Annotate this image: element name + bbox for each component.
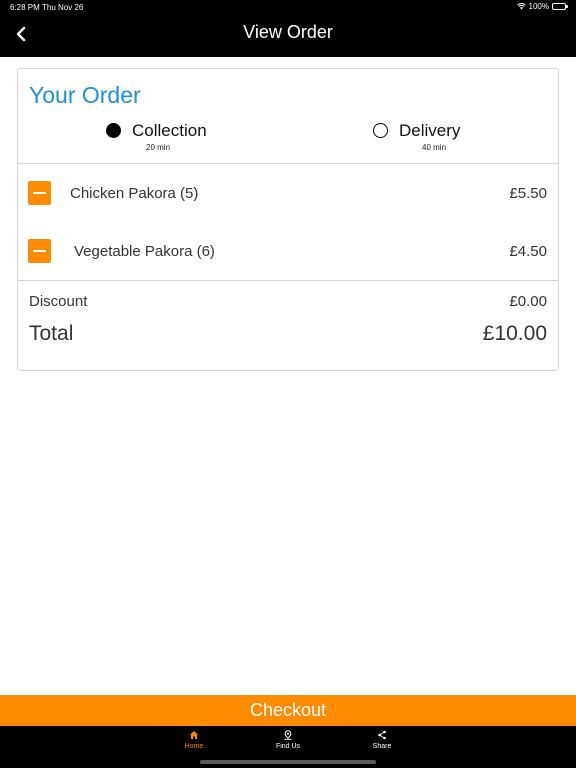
total-value: £10.00 [482, 322, 547, 345]
battery-icon [552, 3, 568, 10]
home-indicator[interactable] [200, 760, 376, 764]
collection-time: 20 min [146, 143, 171, 152]
collection-label: Collection [132, 121, 207, 140]
delivery-time: 40 min [422, 143, 447, 152]
tab-find-us[interactable]: Find Us [258, 730, 318, 750]
status-indicators: 100% [516, 2, 568, 11]
tab-find-us-label: Find Us [275, 743, 301, 750]
divider [18, 163, 558, 164]
map-pin-icon [284, 730, 292, 740]
collection-radio[interactable] [106, 123, 121, 138]
order-item-row: Chicken Pakora (5) £5.50 [18, 174, 558, 214]
delivery-radio[interactable] [373, 123, 388, 138]
total-label: Total [29, 322, 74, 345]
top-bar: 6:28 PM Thu Nov 26 100% View Order [0, 0, 576, 57]
item-name: Vegetable Pakora (6) [74, 243, 215, 260]
status-time: 6:28 PM [10, 3, 40, 12]
delivery-label: Delivery [399, 121, 461, 140]
battery-percent: 100% [528, 2, 549, 11]
item-name: Chicken Pakora (5) [70, 185, 199, 202]
remove-item-button[interactable] [28, 239, 51, 263]
item-price: £4.50 [509, 243, 547, 260]
divider [18, 280, 558, 281]
order-card: Your Order Collection 20 min Delivery 40… [17, 68, 559, 371]
view-order-screen: 6:28 PM Thu Nov 26 100% View Order Your … [0, 0, 576, 768]
tab-home[interactable]: Home [164, 730, 224, 750]
home-icon [189, 731, 199, 739]
tab-share-label: Share [372, 743, 392, 750]
discount-value: £0.00 [509, 293, 547, 310]
wifi-icon [516, 3, 526, 10]
discount-label: Discount [29, 293, 88, 310]
tab-share[interactable]: Share [352, 730, 412, 750]
status-date: Thu Nov 26 [42, 3, 84, 12]
remove-item-button[interactable] [28, 181, 51, 205]
page-title: View Order [243, 22, 333, 42]
share-icon [378, 730, 386, 740]
checkout-button[interactable]: Checkout [0, 695, 576, 726]
order-item-row: Vegetable Pakora (6) £4.50 [18, 232, 558, 272]
item-price: £5.50 [509, 185, 547, 202]
order-title: Your Order [29, 82, 141, 108]
tab-home-label: Home [184, 743, 204, 750]
